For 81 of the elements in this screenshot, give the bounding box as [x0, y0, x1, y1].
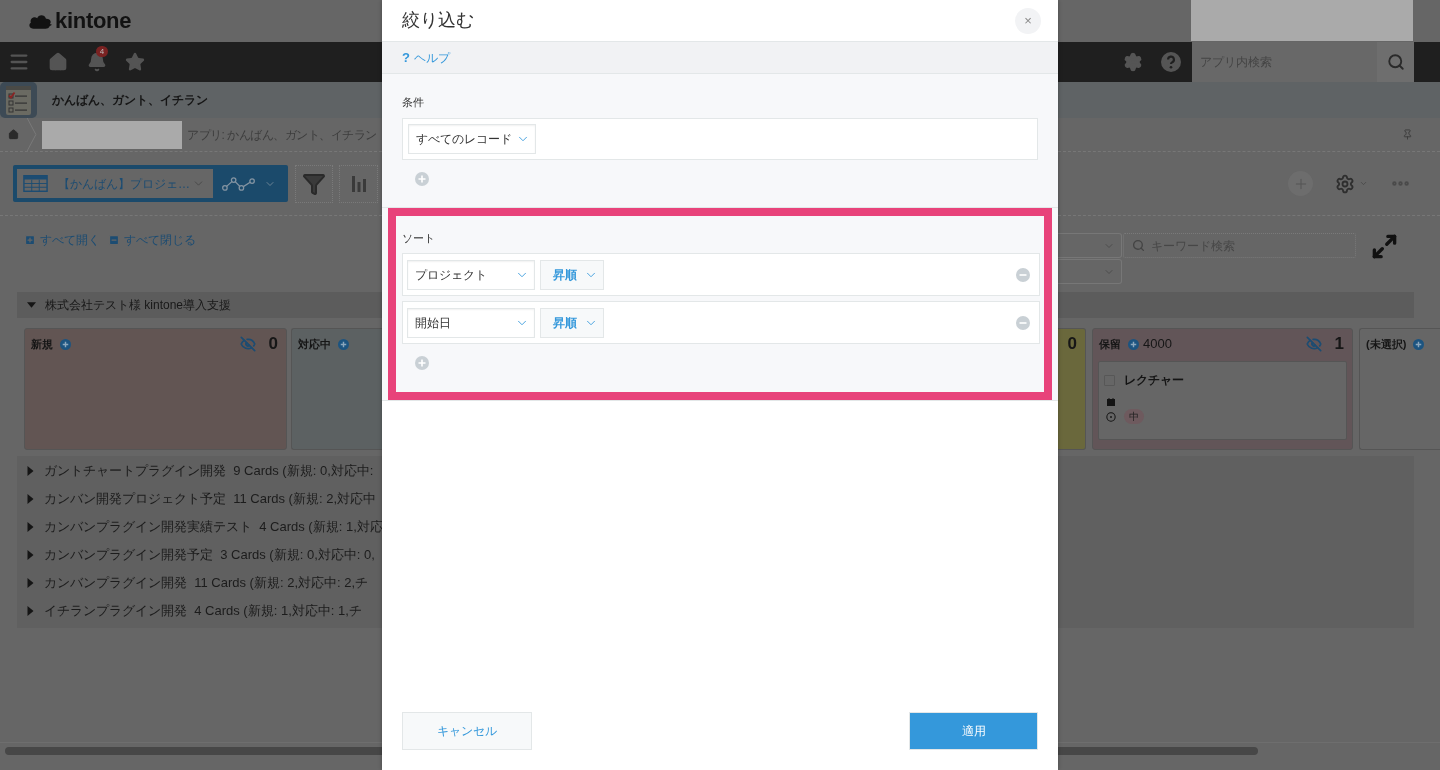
- dropdown[interactable]: プロジェクト: [407, 259, 535, 290]
- remove-circle-icon[interactable]: [1016, 267, 1030, 282]
- group-row-title[interactable]: カンバンプラグイン開発予定 3 Cards (新規: 0,対応中: 0,: [44, 545, 375, 565]
- group-row-title[interactable]: カンバンプラグイン開発実績テスト 4 Cards (新規: 1,対応: [44, 517, 382, 537]
- priority-tag: 中: [1124, 409, 1144, 424]
- card-title: レクチャー: [1124, 372, 1184, 389]
- triangle-down-icon[interactable]: [27, 302, 36, 308]
- column-title: (未選択): [1366, 336, 1407, 352]
- calendar-icon: [1107, 398, 1115, 406]
- add-circle-icon[interactable]: [1413, 338, 1425, 350]
- filter-button[interactable]: [295, 164, 333, 203]
- minus-square-icon: [108, 234, 120, 246]
- close-button[interactable]: ×: [1015, 7, 1041, 34]
- eye-off-icon[interactable]: [1304, 336, 1323, 352]
- bell-icon[interactable]: [87, 52, 107, 72]
- triangle-right-icon[interactable]: [27, 522, 34, 532]
- menu-icon[interactable]: [8, 51, 30, 73]
- settings-icon[interactable]: [1123, 52, 1143, 72]
- search-icon: [1132, 239, 1145, 252]
- column-count: 0: [1067, 333, 1077, 356]
- line-graph-icon: [222, 176, 255, 191]
- apply-button[interactable]: 適用: [909, 712, 1038, 750]
- help-icon[interactable]: [1161, 52, 1181, 72]
- cancel-button[interactable]: キャンセル: [402, 712, 532, 750]
- scrollbar-thumb[interactable]: [1058, 747, 1258, 755]
- dropdown[interactable]: [1058, 259, 1122, 284]
- triangle-right-icon[interactable]: [27, 550, 34, 560]
- column-title: 保留: [1099, 336, 1121, 352]
- chevron-separator-icon: [27, 118, 37, 151]
- expand-all-link[interactable]: すべて開く: [24, 230, 100, 250]
- home-icon[interactable]: [48, 52, 68, 72]
- section-label: 条件: [402, 95, 425, 109]
- star-icon[interactable]: [125, 52, 145, 72]
- chart-button[interactable]: [339, 164, 378, 203]
- help-link[interactable]: ? ヘルプ: [402, 48, 450, 67]
- column-count: 0: [268, 333, 278, 356]
- collapse-all-link[interactable]: すべて閉じる: [108, 230, 196, 250]
- group-row-title[interactable]: カンバンプラグイン開発 11 Cards (新規: 2,対応中: 2,チ: [44, 573, 369, 593]
- dropdown[interactable]: すべてのレコード: [408, 124, 536, 154]
- add-circle-icon[interactable]: [1128, 338, 1139, 350]
- bar-chart-icon: [351, 175, 366, 192]
- cloud-logo-icon: [28, 12, 52, 30]
- kanban-card[interactable]: レクチャー 中: [1098, 361, 1347, 440]
- settings-dropdown[interactable]: [1335, 173, 1368, 194]
- dialog-title: 絞り込む: [402, 9, 474, 32]
- remove-circle-icon[interactable]: [1016, 315, 1030, 330]
- dropdown[interactable]: 開始日: [407, 307, 535, 338]
- scrollbar-thumb[interactable]: [5, 747, 382, 755]
- search-icon: [1386, 53, 1405, 71]
- help-icon: ?: [402, 51, 410, 64]
- plus-square-icon: [24, 234, 36, 246]
- section-label: ソート: [402, 231, 436, 245]
- notification-badge: 4: [96, 46, 108, 57]
- add-circle-icon[interactable]: [60, 338, 71, 350]
- column-title: 新規: [31, 336, 53, 352]
- app-title: かんばん、ガント、イチラン: [52, 92, 208, 109]
- eye-off-icon[interactable]: [238, 336, 257, 352]
- triangle-right-icon[interactable]: [27, 606, 34, 616]
- add-circle-icon[interactable]: [415, 356, 429, 370]
- column-count: 1: [1334, 333, 1344, 356]
- column-title: 対応中: [298, 336, 331, 352]
- funnel-icon: [302, 171, 326, 196]
- kintone-logo: kintone: [55, 10, 132, 32]
- add-circle-icon[interactable]: [338, 338, 349, 350]
- table-icon: [23, 175, 48, 192]
- add-circle-icon[interactable]: [415, 172, 429, 186]
- triangle-right-icon[interactable]: [27, 466, 34, 476]
- pin-icon[interactable]: [1402, 128, 1413, 141]
- triangle-right-icon[interactable]: [27, 578, 34, 588]
- dropdown[interactable]: [1058, 233, 1122, 258]
- column-amount: 4000: [1143, 335, 1172, 354]
- expand-icon[interactable]: [1371, 233, 1398, 260]
- home-icon[interactable]: [8, 129, 19, 140]
- target-icon: [1106, 411, 1116, 422]
- triangle-right-icon[interactable]: [27, 494, 34, 504]
- group-row-title[interactable]: イチランプラグイン開発 4 Cards (新規: 1,対応中: 1,チ: [44, 601, 362, 621]
- dropdown[interactable]: 昇順: [540, 307, 604, 338]
- group-row-title[interactable]: カンバン開発プロジェクト予定 11 Cards (新規: 2,対応中: [44, 489, 376, 509]
- search-button[interactable]: [1377, 42, 1414, 82]
- dropdown[interactable]: 昇順: [540, 259, 604, 290]
- settings-icon: [1335, 173, 1355, 194]
